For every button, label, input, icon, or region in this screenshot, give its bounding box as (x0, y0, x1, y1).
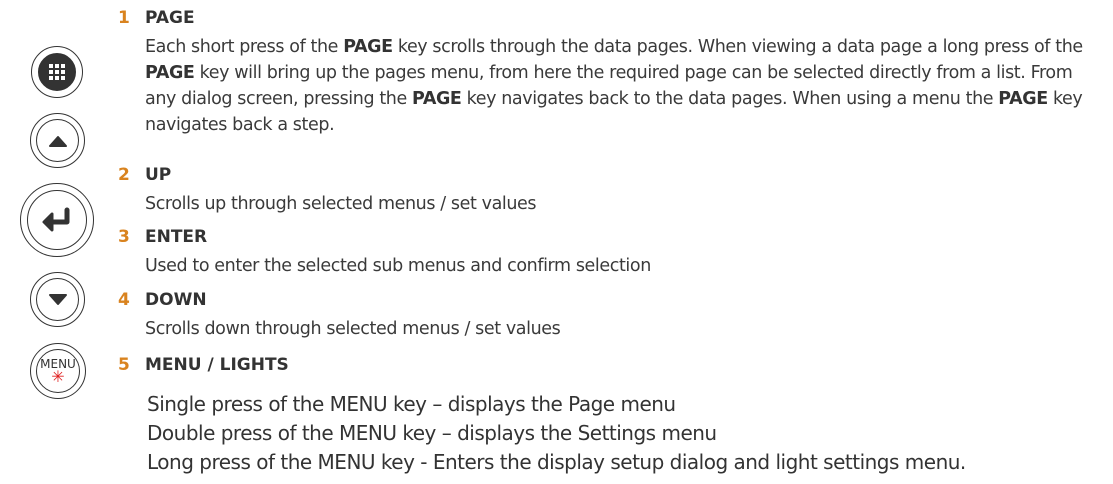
key-name-emphasis: PAGE (343, 37, 393, 57)
enter-arrow-icon (42, 207, 70, 232)
item-heading: 2 UP (118, 165, 171, 189)
item-title: UP (145, 165, 172, 185)
item-title: DOWN (145, 290, 207, 310)
menu-single-press: Single press of the MENU key – displays … (147, 392, 676, 416)
menu-key-inner: MENU ✳ (36, 349, 80, 393)
up-key-inner (36, 119, 79, 162)
menu-double-press: Double press of the MENU key – displays … (147, 421, 717, 445)
triangle-up-icon (48, 135, 67, 147)
menu-long-press: Long press of the MENU key - Enters the … (147, 450, 966, 474)
sun-icon: ✳ (51, 367, 65, 386)
page-key[interactable] (31, 46, 83, 98)
item-title: PAGE (145, 8, 195, 28)
item-number: 2 (118, 165, 130, 185)
item-number: 5 (118, 355, 130, 375)
key-icons-column: MENU ✳ (0, 0, 110, 484)
up-key[interactable] (30, 113, 85, 168)
item-heading: 5 MENU / LIGHTS (118, 355, 289, 379)
menu-lights-description: Single press of the MENU key – displays … (147, 390, 1107, 477)
item-number: 1 (118, 8, 130, 28)
item-number: 3 (118, 227, 130, 247)
page-key-inner (38, 53, 76, 91)
grid-icon (49, 64, 65, 80)
item-heading: 4 DOWN (118, 290, 207, 314)
down-key[interactable] (30, 272, 85, 327)
down-key-inner (36, 278, 79, 321)
enter-key-inner (27, 190, 87, 250)
item-heading: 1 PAGE (118, 8, 195, 32)
key-name-emphasis: PAGE (145, 63, 195, 83)
item-description: Scrolls up through selected menus / set … (145, 194, 537, 214)
item-title: ENTER (145, 227, 208, 247)
key-name-emphasis: PAGE (412, 89, 462, 109)
item-description: Scrolls down through selected menus / se… (145, 319, 561, 339)
item-heading: 3 ENTER (118, 227, 207, 251)
item-title: MENU / LIGHTS (145, 355, 289, 375)
menu-key[interactable]: MENU ✳ (30, 343, 86, 399)
enter-key[interactable] (20, 183, 94, 257)
item-description: Each short press of the PAGE key scrolls… (145, 37, 1083, 135)
item-description: Used to enter the selected sub menus and… (145, 256, 651, 276)
key-name-emphasis: PAGE (998, 89, 1048, 109)
item-number: 4 (118, 290, 130, 310)
triangle-down-icon (48, 293, 67, 305)
